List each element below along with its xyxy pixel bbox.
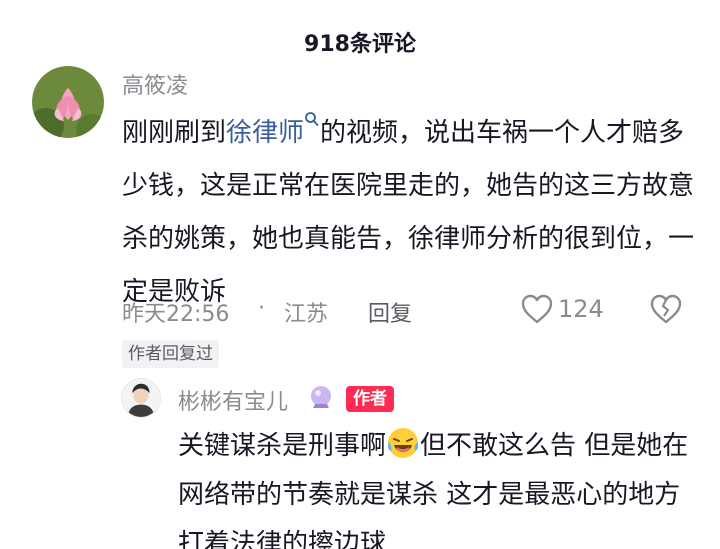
laughing-crying-emoji bbox=[386, 426, 420, 460]
comment-text: 刚刚刷到徐律师 的视频，说出车祸一个人才赔多少钱，这是正常在医院里走的，她告的这三… bbox=[122, 107, 697, 319]
broken-heart-icon[interactable] bbox=[648, 293, 684, 325]
author-replied-tag: 作者回复过 bbox=[122, 340, 219, 368]
comment-location: 江苏 bbox=[284, 302, 329, 327]
commenter-avatar[interactable] bbox=[32, 66, 104, 138]
reply-username[interactable]: 彬彬有宝儿 bbox=[178, 384, 288, 416]
comment-time: 昨天22:56 bbox=[122, 302, 230, 327]
commenter-username[interactable]: 高筱凌 bbox=[122, 68, 188, 100]
reply-text: 关键谋杀是刑事啊 但不敢这么告 但是她在网络带的节奏就是谋杀 这才是最恶心的地方 … bbox=[178, 422, 698, 549]
reply-text-before: 关键谋杀是刑事啊 bbox=[178, 431, 387, 461]
mention-link[interactable]: 徐律师 bbox=[226, 118, 304, 148]
comment-text-before: 刚刚刷到 bbox=[122, 118, 227, 148]
comments-header: 918条评论 bbox=[0, 0, 720, 78]
meta-separator: · bbox=[258, 296, 265, 321]
reply-button[interactable]: 回复 bbox=[368, 296, 412, 328]
search-icon[interactable] bbox=[304, 111, 320, 129]
author-badge: 作者 bbox=[346, 386, 394, 412]
heart-icon[interactable] bbox=[520, 293, 554, 325]
like-count: 124 bbox=[558, 295, 604, 323]
crystal-ball-icon bbox=[311, 386, 331, 408]
reply-avatar[interactable] bbox=[121, 378, 161, 418]
comments-page: 918条评论 高筱凌 刚刚刷到徐律师 的视频，说出车祸一个人才赔多少钱，这是正常在… bbox=[0, 0, 720, 549]
comment-meta: 昨天22:56 · 江苏 回复 bbox=[122, 294, 692, 330]
comment-count-title: 918条评论 bbox=[304, 32, 416, 57]
